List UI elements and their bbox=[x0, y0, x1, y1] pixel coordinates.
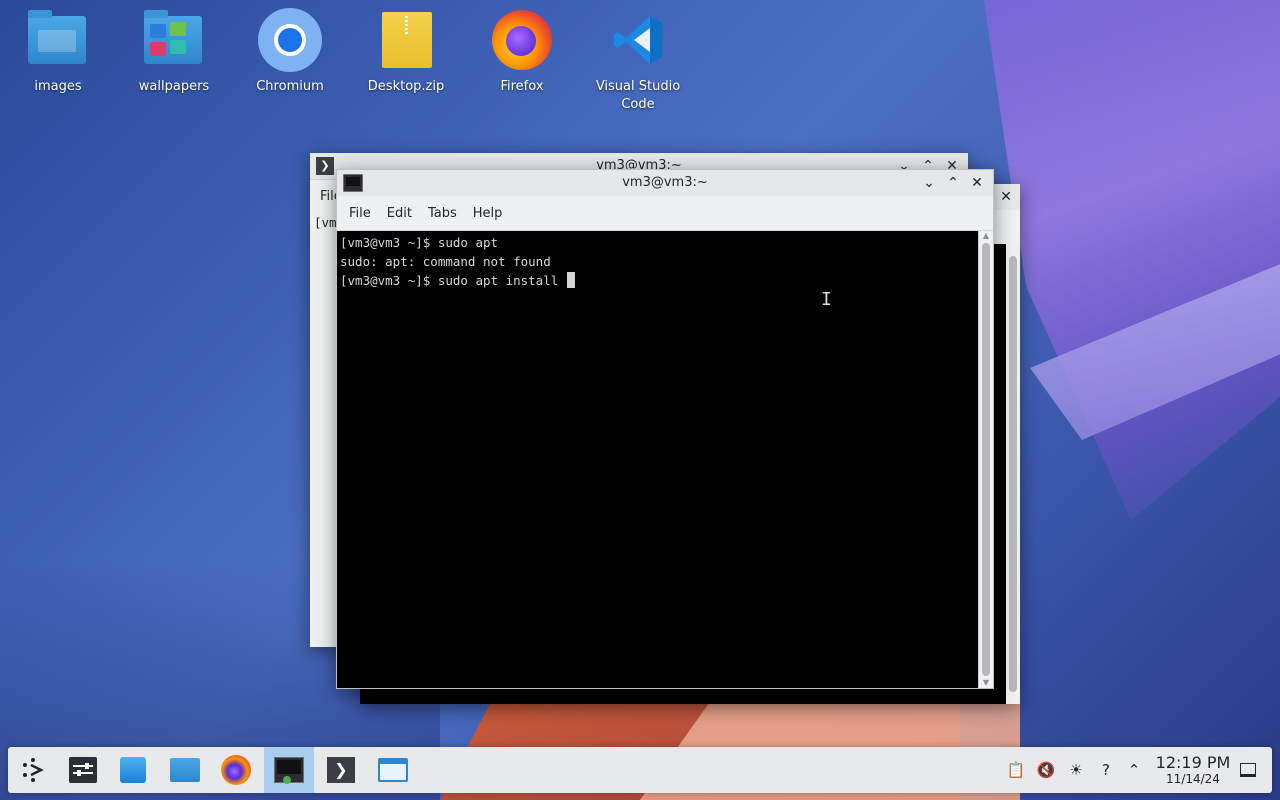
firefox-icon bbox=[221, 755, 251, 785]
terminal-prompt-line: [vm3@vm3 ~]$ sudo apt install bbox=[340, 271, 979, 290]
scroll-up-icon[interactable]: ▲ bbox=[979, 231, 993, 241]
menu-item-edit[interactable]: Edit bbox=[379, 206, 420, 221]
desktop-icon-wallpapers[interactable]: wallpapers bbox=[124, 8, 224, 96]
titlebar[interactable]: vm3@vm3:~ ⌄ ⌃ ✕ bbox=[337, 170, 993, 197]
help-icon[interactable]: ? bbox=[1096, 760, 1116, 780]
desktop-icon-label: Firefox bbox=[500, 79, 544, 94]
brightness-icon[interactable]: ☀ bbox=[1066, 760, 1086, 780]
system-settings-button[interactable] bbox=[58, 747, 108, 793]
close-icon[interactable]: ✕ bbox=[967, 174, 987, 192]
terminal-window[interactable]: vm3@vm3:~ ⌄ ⌃ ✕ File Edit Tabs Help [vm3… bbox=[336, 169, 994, 689]
system-settings-icon bbox=[69, 757, 97, 783]
desktop-icon-chromium[interactable]: Chromium bbox=[240, 8, 340, 96]
desktop-icon-label: Visual Studio Code bbox=[595, 79, 681, 112]
vscode-icon bbox=[606, 8, 670, 72]
firefox-button[interactable] bbox=[211, 747, 261, 793]
konsole-icon: ❯ bbox=[327, 757, 355, 783]
folder-icon bbox=[142, 8, 206, 72]
scroll-down-icon[interactable]: ▼ bbox=[979, 678, 993, 688]
vertical-scrollbar[interactable]: ▲ ▼ bbox=[978, 231, 993, 688]
desktop: images wallpapers Chromium Desktop.zip F… bbox=[0, 0, 1280, 800]
terminal-line: sudo: apt: command not found bbox=[340, 254, 551, 269]
file-manager-button[interactable] bbox=[368, 747, 418, 793]
clipboard-icon[interactable]: 📋 bbox=[1006, 760, 1026, 780]
terminal-line: [vm3@vm3 ~]$ sudo apt bbox=[340, 235, 499, 250]
folder-icon bbox=[170, 758, 200, 782]
firefox-icon bbox=[490, 8, 554, 72]
terminal-line: [vm bbox=[314, 215, 337, 230]
app-launcher-icon bbox=[23, 758, 44, 782]
window-title: vm3@vm3:~ bbox=[622, 175, 708, 190]
chromium-icon bbox=[258, 8, 322, 72]
file-manager-icon bbox=[378, 758, 408, 782]
expand-tray-icon[interactable]: ⌃ bbox=[1124, 760, 1144, 780]
desktop-icon-desktop-zip[interactable]: Desktop.zip bbox=[356, 8, 456, 96]
close-icon[interactable]: ✕ bbox=[996, 188, 1016, 206]
show-desktop-icon[interactable] bbox=[1238, 760, 1258, 780]
volume-muted-icon[interactable]: 🔇 bbox=[1036, 760, 1056, 780]
clock-date: 11/14/24 bbox=[1166, 772, 1220, 786]
terminal-icon bbox=[274, 757, 304, 784]
maximize-icon[interactable]: ⌃ bbox=[943, 174, 963, 192]
desktop-icon-vscode[interactable]: Visual Studio Code bbox=[588, 8, 688, 114]
discover-button[interactable] bbox=[108, 747, 158, 793]
desktop-icon-label: images bbox=[34, 79, 82, 94]
app-launcher-button[interactable] bbox=[8, 747, 58, 793]
taskbar: ❯ 📋 🔇 ☀ ? ⌃ 12:19 PM 11/14/24 bbox=[8, 747, 1272, 793]
dolphin-button[interactable] bbox=[160, 747, 210, 793]
minimize-icon[interactable]: ⌄ bbox=[919, 174, 939, 192]
text-cursor bbox=[566, 272, 575, 288]
clock[interactable]: 12:19 PM 11/14/24 bbox=[1152, 753, 1234, 787]
folder-icon bbox=[26, 8, 90, 72]
terminal-output[interactable]: [vm3@vm3 ~]$ sudo apt sudo: apt: command… bbox=[337, 231, 979, 688]
desktop-icon-label: Chromium bbox=[256, 79, 324, 94]
menu-item-help[interactable]: Help bbox=[465, 206, 511, 221]
clock-time: 12:19 PM bbox=[1155, 753, 1231, 772]
menu-bar: File Edit Tabs Help bbox=[337, 196, 993, 231]
zip-archive-icon bbox=[374, 8, 438, 72]
menu-item-file[interactable]: File bbox=[341, 206, 379, 221]
desktop-icon-images[interactable]: images bbox=[8, 8, 108, 96]
menu-item-tabs[interactable]: Tabs bbox=[420, 206, 465, 221]
terminal-task-button[interactable] bbox=[264, 747, 314, 793]
desktop-icon-firefox[interactable]: Firefox bbox=[472, 8, 572, 96]
ibeam-cursor-icon: I bbox=[821, 289, 832, 310]
discover-icon bbox=[120, 757, 146, 783]
scroll-thumb[interactable] bbox=[982, 243, 990, 676]
desktop-icon-label: wallpapers bbox=[138, 79, 210, 94]
terminal-line-text: [vm3@vm3 ~]$ sudo apt install bbox=[340, 273, 566, 288]
konsole-task-button[interactable]: ❯ bbox=[316, 747, 366, 793]
desktop-icon-label: Desktop.zip bbox=[367, 79, 445, 94]
